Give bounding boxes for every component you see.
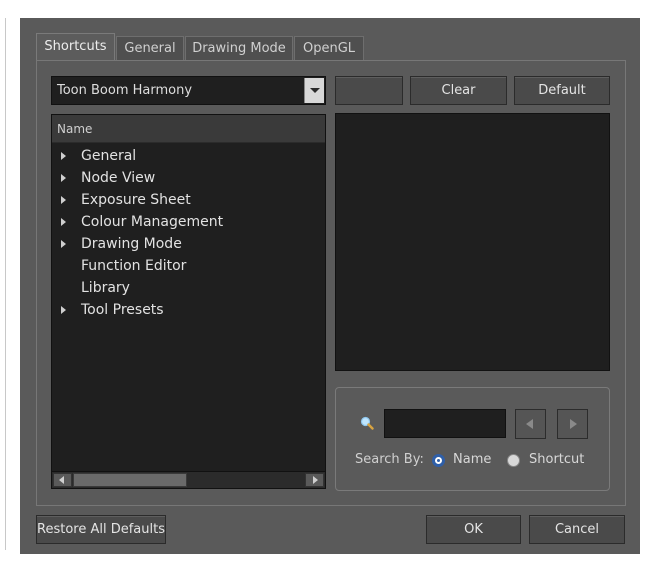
- triangle-right-icon[interactable]: [61, 240, 66, 248]
- search-by-shortcut-radio[interactable]: [507, 454, 520, 467]
- search-icon: [360, 416, 374, 430]
- default-button[interactable]: Default: [514, 76, 610, 105]
- triangle-right-icon[interactable]: [61, 218, 66, 226]
- search-by-name-label[interactable]: Name: [453, 452, 491, 467]
- tree-item-label: Exposure Sheet: [81, 192, 191, 208]
- scrollbar-thumb[interactable]: [73, 473, 187, 487]
- column-header-name[interactable]: Name: [52, 115, 325, 143]
- scroll-left-icon[interactable]: [53, 473, 72, 487]
- restore-all-defaults-button[interactable]: Restore All Defaults: [36, 515, 166, 544]
- tab-drawing-mode[interactable]: Drawing Mode: [185, 36, 293, 60]
- search-input[interactable]: [384, 409, 506, 438]
- search-by-shortcut-label[interactable]: Shortcut: [529, 452, 584, 467]
- arrow-left-icon[interactable]: [515, 409, 546, 439]
- shortcut-set-dropdown[interactable]: Toon Boom Harmony: [51, 76, 326, 105]
- search-by-name-radio[interactable]: [432, 454, 445, 467]
- tab-opengl[interactable]: OpenGL: [294, 36, 364, 60]
- tree-item-label: Drawing Mode: [81, 236, 182, 252]
- shortcut-list-panel[interactable]: [335, 113, 610, 371]
- shortcut-set-value: Toon Boom Harmony: [57, 83, 193, 98]
- triangle-right-icon[interactable]: [61, 174, 66, 182]
- tab-shortcuts[interactable]: Shortcuts: [36, 33, 115, 61]
- cancel-button[interactable]: Cancel: [529, 515, 625, 544]
- horizontal-scrollbar[interactable]: [52, 471, 325, 488]
- triangle-right-icon[interactable]: [61, 196, 66, 204]
- scroll-right-icon[interactable]: [305, 473, 324, 487]
- triangle-right-icon[interactable]: [61, 306, 66, 314]
- search-by-label: Search By:: [355, 452, 424, 467]
- tree-item-label: Node View: [81, 170, 156, 186]
- chevron-down-icon[interactable]: [304, 78, 324, 103]
- tree-item-label: Tool Presets: [81, 302, 164, 318]
- tree-item-label: Function Editor: [81, 258, 187, 274]
- ok-button[interactable]: OK: [426, 515, 521, 544]
- window-edge: [5, 18, 6, 550]
- tree-item-label: General: [81, 148, 137, 164]
- triangle-right-icon[interactable]: [61, 152, 66, 160]
- arrow-right-icon[interactable]: [557, 409, 588, 439]
- clear-button[interactable]: Clear: [410, 76, 507, 105]
- search-group: [335, 387, 610, 491]
- shortcut-key-button[interactable]: [335, 76, 403, 105]
- tree-item-label: Library: [81, 280, 130, 296]
- tab-general[interactable]: General: [116, 36, 184, 60]
- tree-item-label: Colour Management: [81, 214, 224, 230]
- shortcut-tree[interactable]: Name General Node View Exposure Sheet Co…: [51, 114, 326, 489]
